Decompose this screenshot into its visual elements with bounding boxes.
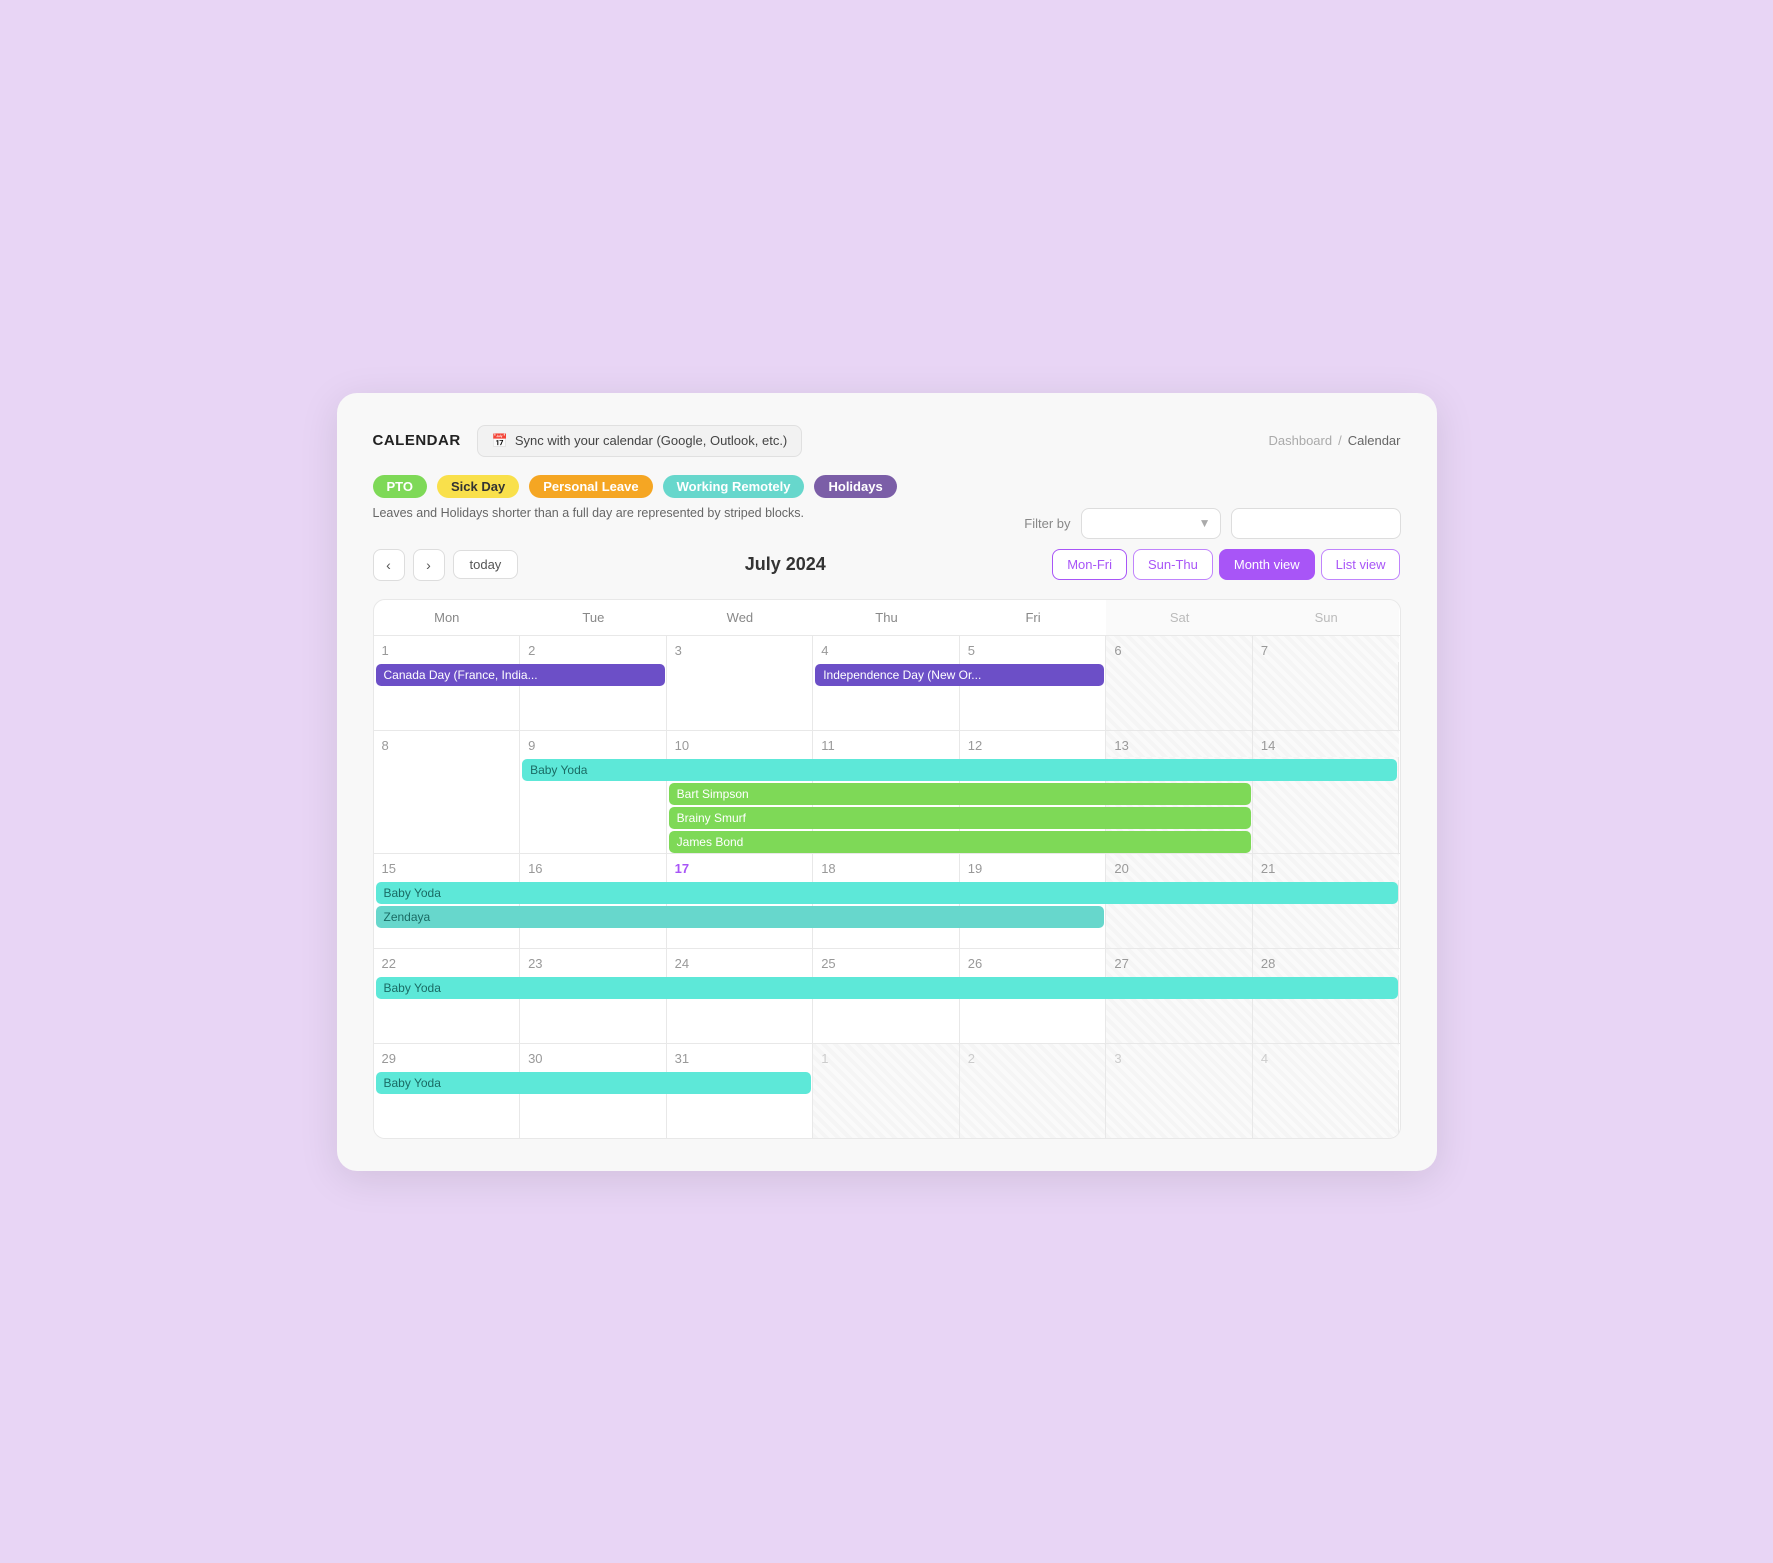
toggle-sun-thu[interactable]: Sun-Thu: [1133, 549, 1213, 580]
event-baby-yoda-w2[interactable]: Baby Yoda: [522, 759, 1397, 781]
date-cell-15: 15: [374, 854, 521, 880]
date-cell-11: 11: [813, 731, 960, 757]
day-header-tue: Tue: [520, 600, 667, 635]
events-cell-w5-4: [813, 1070, 960, 1138]
events-cell-w1-7: [1253, 662, 1400, 730]
date-cell-23: 23: [520, 949, 667, 975]
date-cell-30: 30: [520, 1044, 667, 1070]
date-cell-20: 20: [1106, 854, 1253, 880]
legend-sick[interactable]: Sick Day: [437, 475, 519, 498]
prev-button[interactable]: ‹: [373, 549, 405, 581]
date-cell-24: 24: [667, 949, 814, 975]
today-button[interactable]: today: [453, 550, 519, 579]
toggle-mon-fri[interactable]: Mon-Fri: [1052, 549, 1127, 580]
events-cell-w2-1: [374, 757, 521, 853]
date-cell-14: 14: [1253, 731, 1400, 757]
toggle-list-view[interactable]: List view: [1321, 549, 1401, 580]
sync-icon: 📅: [492, 433, 508, 449]
date-cell-16: 16: [520, 854, 667, 880]
event-independence-day[interactable]: Independence Day (New Or...: [815, 664, 1104, 686]
main-card: CALENDAR 📅 Sync with your calendar (Goog…: [337, 393, 1437, 1171]
day-header-thu: Thu: [813, 600, 960, 635]
day-header-mon: Mon: [374, 600, 521, 635]
events-cell-w1-6: [1106, 662, 1253, 730]
events-cell-w5-5: [960, 1070, 1107, 1138]
week-3: 15 16 17 18 19 20 21 Baby Yoda Zendaya: [374, 854, 1400, 949]
day-headers: Mon Tue Wed Thu Fri Sat Sun: [374, 600, 1400, 636]
day-header-fri: Fri: [960, 600, 1107, 635]
page-title: CALENDAR: [373, 432, 461, 449]
day-header-sat: Sat: [1106, 600, 1253, 635]
date-cell-4: 4: [813, 636, 960, 662]
event-bart-simpson[interactable]: Bart Simpson: [669, 783, 1251, 805]
events-cell-w5-7: [1253, 1070, 1400, 1138]
date-cell-8: 8: [374, 731, 521, 757]
date-cell-5: 5: [960, 636, 1107, 662]
header-left: CALENDAR 📅 Sync with your calendar (Goog…: [373, 425, 803, 457]
date-cell-29: 29: [374, 1044, 521, 1070]
toggle-month-view[interactable]: Month view: [1219, 549, 1315, 580]
date-cell-9: 9: [520, 731, 667, 757]
week-5: 29 30 31 1 2 3 4 Baby Yoda: [374, 1044, 1400, 1138]
calendar-grid: Mon Tue Wed Thu Fri Sat Sun 1 2 3 4 5 6 …: [373, 599, 1401, 1139]
event-baby-yoda-w3[interactable]: Baby Yoda: [376, 882, 1398, 904]
date-cell-28: 28: [1253, 949, 1400, 975]
event-baby-yoda-w4[interactable]: Baby Yoda: [376, 977, 1398, 999]
date-cell-18: 18: [813, 854, 960, 880]
date-cell-1: 1: [374, 636, 521, 662]
legend-remote[interactable]: Working Remotely: [663, 475, 805, 498]
filter-select[interactable]: [1081, 508, 1221, 539]
date-cell-aug1: 1: [813, 1044, 960, 1070]
date-cell-13: 13: [1106, 731, 1253, 757]
legend-pto[interactable]: PTO: [373, 475, 428, 498]
date-cell-6: 6: [1106, 636, 1253, 662]
date-cell-25: 25: [813, 949, 960, 975]
date-cell-aug3: 3: [1106, 1044, 1253, 1070]
month-title: July 2024: [745, 554, 826, 575]
event-james-bond[interactable]: James Bond: [669, 831, 1251, 853]
date-cell-2: 2: [520, 636, 667, 662]
legend-personal[interactable]: Personal Leave: [529, 475, 652, 498]
date-cell-26: 26: [960, 949, 1107, 975]
date-cell-7: 7: [1253, 636, 1400, 662]
date-cell-aug2: 2: [960, 1044, 1107, 1070]
event-baby-yoda-w5[interactable]: Baby Yoda: [376, 1072, 812, 1094]
nav-left: ‹ › today: [373, 549, 519, 581]
events-cell-w5-6: [1106, 1070, 1253, 1138]
date-cell-27: 27: [1106, 949, 1253, 975]
date-cell-21: 21: [1253, 854, 1400, 880]
legend-holidays[interactable]: Holidays: [814, 475, 896, 498]
day-header-wed: Wed: [667, 600, 814, 635]
date-cell-aug4: 4: [1253, 1044, 1400, 1070]
breadcrumb: Dashboard / Calendar: [1269, 433, 1401, 448]
legend-row: PTO Sick Day Personal Leave Working Remo…: [373, 475, 1401, 498]
event-brainy-smurf[interactable]: Brainy Smurf: [669, 807, 1251, 829]
date-cell-31: 31: [667, 1044, 814, 1070]
date-cell-19: 19: [960, 854, 1107, 880]
next-button[interactable]: ›: [413, 549, 445, 581]
filter-label: Filter by: [1024, 516, 1070, 531]
breadcrumb-dashboard[interactable]: Dashboard: [1269, 433, 1333, 448]
events-cell-w1-3: [667, 662, 814, 730]
date-cell-10: 10: [667, 731, 814, 757]
header-row: CALENDAR 📅 Sync with your calendar (Goog…: [373, 425, 1401, 457]
date-cell-17: 17: [667, 854, 814, 880]
filter-input[interactable]: [1231, 508, 1401, 539]
breadcrumb-calendar: Calendar: [1348, 433, 1401, 448]
sync-button[interactable]: 📅 Sync with your calendar (Google, Outlo…: [477, 425, 803, 457]
week-1: 1 2 3 4 5 6 7 Canada Day (France, India.…: [374, 636, 1400, 731]
week-2: 8 9 10 11 12 13 14 Baby Yoda Bart Simpso…: [374, 731, 1400, 854]
date-cell-3: 3: [667, 636, 814, 662]
nav-row: ‹ › today July 2024 Mon-Fri Sun-Thu Mont…: [373, 549, 1401, 581]
event-canada-day[interactable]: Canada Day (France, India...: [376, 664, 665, 686]
date-cell-12: 12: [960, 731, 1107, 757]
day-header-sun: Sun: [1253, 600, 1400, 635]
week-4: 22 23 24 25 26 27 28 Baby Yoda: [374, 949, 1400, 1044]
event-zendaya[interactable]: Zendaya: [376, 906, 1105, 928]
view-toggle: Mon-Fri Sun-Thu Month view List view: [1052, 549, 1400, 580]
date-cell-22: 22: [374, 949, 521, 975]
